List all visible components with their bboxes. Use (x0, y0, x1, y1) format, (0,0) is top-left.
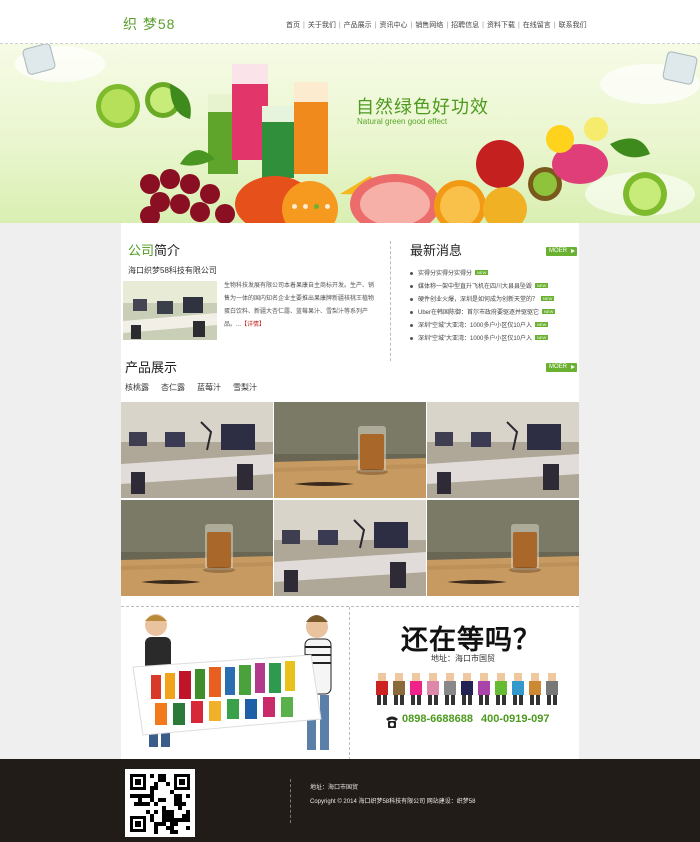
site-footer: 地址：海口市国贸 Copyright © 2014 海口织梦58科技有限公司 网… (0, 759, 700, 842)
hero-banner: 自然绿色好功效 Natural green good effect (0, 44, 700, 223)
promo-divider (349, 607, 350, 760)
promo-headline: 还在等吗？ (401, 625, 541, 656)
news-more-button[interactable]: MOER (546, 247, 577, 256)
slider-dots (292, 204, 330, 209)
new-badge: NEW (542, 309, 556, 314)
promo-phone-1[interactable]: 0898-6688688 (402, 713, 473, 725)
bullet-icon (410, 310, 413, 314)
footer-copyright: Copyright © 2014 海口织梦58科技有限公司 网站建设：织梦58 (310, 799, 476, 805)
about-title-highlight: 公司 (128, 243, 155, 258)
site-header: 织 梦58 首页 | 关于我们 | 产品展示 | 资讯中心 | 销售网络 | 招聘信息 | 资料下载 | 在… (0, 0, 700, 44)
product-image-office[interactable] (274, 500, 426, 596)
banner-subtitle: Natural green good effect (357, 117, 448, 126)
column-divider (390, 241, 391, 361)
qr-code-image (130, 774, 190, 834)
nav-separator: | (553, 22, 556, 29)
phone-icon (386, 716, 398, 728)
pixel-people-illustration (376, 673, 558, 705)
news-item[interactable]: 硬件创业火爆，深圳是如何成为创新天堂的？ NEW (410, 294, 575, 307)
about-image (123, 281, 217, 340)
news-item-title: 实得分实得分实得分 (418, 271, 473, 277)
news-item[interactable]: Uber在韩国陈御：首尔市政府要驱逐并驱驱它 NEW (410, 307, 575, 320)
nav-item[interactable]: 关于我们 (308, 22, 336, 29)
news-item[interactable]: 媒体称一架中型直升飞机在四川大县县坠毁 NEW (410, 281, 575, 294)
product-tab[interactable]: 杏仁露 (161, 382, 185, 393)
product-image-drink[interactable] (427, 500, 579, 596)
nav-item[interactable]: 资讯中心 (379, 22, 407, 29)
about-text: 生物科技发展有限公司本着果康自主商标开发。生产、销售为一体的国内知名企业主要推出… (224, 280, 377, 332)
slider-dot[interactable] (303, 204, 308, 209)
news-item[interactable]: 深圳“空城”大亚湾：1000多户小区仅10户入 NEW (410, 333, 575, 346)
nav-item[interactable]: 联系我们 (559, 22, 587, 29)
bullet-icon (410, 284, 413, 288)
about-more-link[interactable]: 【详情】 (241, 322, 265, 328)
nav-separator: | (517, 22, 520, 29)
qr-code (125, 769, 195, 837)
news-item-title: 硬件创业火爆，深圳是如何成为创新天堂的？ (418, 297, 539, 303)
new-badge: NEW (535, 283, 549, 288)
product-tab[interactable]: 蓝莓汁 (197, 382, 221, 393)
news-item[interactable]: 深圳“空城”大亚湾：1000多户小区仅10户入 NEW (410, 320, 575, 333)
nav-separator: | (303, 22, 305, 29)
new-badge: NEW (535, 335, 549, 340)
product-grid (121, 402, 579, 596)
news-item-title: 深圳“空城”大亚湾：1000多户小区仅10户入 (418, 336, 533, 342)
nav-separator: | (446, 22, 449, 29)
nav-separator: | (410, 22, 413, 29)
nav-separator: | (482, 22, 484, 29)
nav-item[interactable]: 资料下载 (487, 22, 515, 29)
nav-item[interactable]: 销售网络 (415, 22, 443, 29)
news-item-title: 深圳“空城”大亚湾：1000多户小区仅10户入 (418, 323, 533, 329)
new-badge: NEW (475, 270, 489, 275)
office-photo (123, 281, 217, 340)
about-title-rest: 简介 (154, 243, 181, 258)
news-list: 实得分实得分实得分 NEW 媒体称一架中型直升飞机在四川大县县坠毁 NEW 硬件创业火爆… (410, 268, 575, 346)
nav-item[interactable]: 在线留言 (523, 22, 551, 29)
new-badge: NEW (541, 296, 555, 301)
product-tabs: 核桃露 杏仁露 蓝莓汁 雪梨汁 (125, 382, 257, 393)
bullet-icon (410, 271, 413, 275)
promo-phone-2[interactable]: 400-0919-097 (481, 713, 550, 725)
promo-people-image (132, 614, 332, 750)
product-tab[interactable]: 雪梨汁 (233, 382, 257, 393)
banner-illustration (15, 44, 700, 223)
product-tab[interactable]: 核桃露 (125, 382, 149, 393)
main-content: 公司简介 海口织梦58科技有限公司 生物科技发展有限公司本着果康自主商标开发。生… (121, 223, 579, 760)
nav-item[interactable]: 首页 (286, 22, 300, 29)
product-image-drink[interactable] (121, 500, 273, 596)
products-title: 产品展示 (125, 360, 178, 375)
products-more-button[interactable]: MOER (546, 363, 577, 372)
nav-item[interactable]: 招聘信息 (451, 22, 479, 29)
site-logo[interactable]: 织 梦58 (123, 14, 175, 34)
nav-separator: | (374, 22, 377, 29)
news-item-title: Uber在韩国陈御：首尔市政府要驱逐并驱驱它 (418, 310, 540, 316)
slider-dot[interactable] (292, 204, 297, 209)
footer-divider (290, 779, 291, 823)
news-title: 最新消息 (410, 243, 463, 258)
promo-phones: 0898-6688688 400-0919-097 (402, 713, 549, 725)
product-image-office[interactable] (427, 402, 579, 498)
promo-address: 地址：海口市国贸 (431, 654, 495, 663)
news-item[interactable]: 实得分实得分实得分 NEW (410, 268, 575, 281)
new-badge: NEW (535, 322, 549, 327)
main-nav: 首页 | 关于我们 | 产品展示 | 资讯中心 | 销售网络 | 招聘信息 | 资料下载 | 在线留言 | 联系… (286, 20, 587, 30)
bullet-icon (410, 297, 413, 301)
nav-item[interactable]: 产品展示 (344, 22, 372, 29)
footer-address: 地址：海口市国贸 (310, 785, 359, 791)
about-title: 公司简介 (128, 240, 180, 259)
bullet-icon (410, 336, 413, 340)
banner-title: 自然绿色好功效 (356, 97, 489, 117)
slider-dot[interactable] (325, 204, 330, 209)
nav-separator: | (338, 22, 341, 29)
slider-dot[interactable] (314, 204, 319, 209)
product-image-drink[interactable] (274, 402, 426, 498)
bullet-icon (410, 323, 413, 327)
product-image-office[interactable] (121, 402, 273, 498)
company-name: 海口织梦58科技有限公司 (128, 266, 217, 275)
news-item-title: 媒体称一架中型直升飞机在四川大县县坠毁 (418, 284, 533, 290)
